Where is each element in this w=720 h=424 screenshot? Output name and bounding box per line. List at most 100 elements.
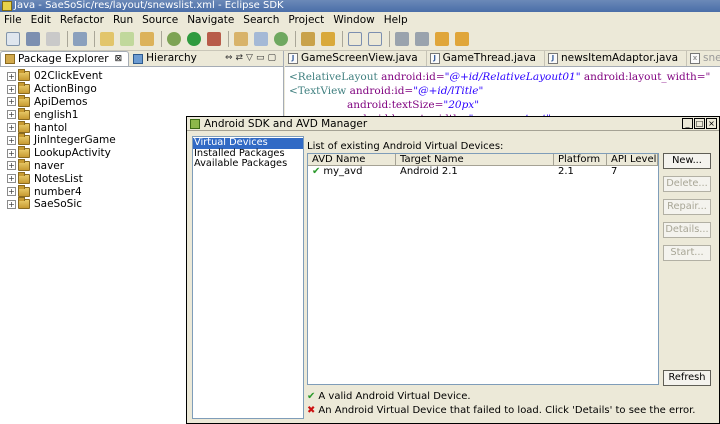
expand-icon[interactable]: + — [7, 187, 16, 197]
java-file-icon: J — [547, 53, 558, 64]
avd-manager-title-bar[interactable]: Android SDK and AVD Manager _ □ × — [187, 117, 719, 131]
avd-legend: ✔ A valid Android Virtual Device. ✖ An A… — [307, 389, 715, 417]
menu-run[interactable]: Run — [113, 14, 133, 26]
view-menu-controls[interactable]: ⇔⇄▽▭▢ — [225, 53, 279, 63]
expand-icon[interactable]: + — [7, 174, 16, 184]
tab-gamescreenview[interactable]: J GameScreenView.java — [285, 51, 427, 66]
debug-icon[interactable] — [167, 31, 181, 46]
pencil-icon[interactable] — [321, 31, 335, 46]
new-avd-button[interactable]: New... — [663, 153, 711, 169]
expand-icon[interactable]: + — [7, 135, 16, 145]
toolbar-separator — [389, 30, 390, 47]
close-icon[interactable]: ⊠ — [115, 52, 123, 67]
forward-arrow-icon[interactable] — [455, 31, 469, 46]
previous-annotation-icon[interactable] — [415, 31, 429, 46]
expand-icon[interactable]: + — [7, 110, 16, 120]
run-icon[interactable] — [187, 31, 201, 46]
close-icon[interactable]: × — [706, 118, 717, 129]
expand-icon[interactable]: + — [7, 71, 16, 81]
tree-item-apidemos[interactable]: + ApiDemos — [7, 94, 283, 109]
open-type-icon[interactable] — [234, 31, 248, 46]
menu-search[interactable]: Search — [243, 14, 279, 26]
delete-avd-button[interactable]: Delete... — [663, 176, 711, 192]
window-title-bar[interactable]: Java - SaeSoSic/res/layout/snewslist.xml… — [0, 0, 720, 12]
hierarchy-icon — [133, 53, 144, 64]
expand-icon[interactable]: + — [7, 148, 16, 158]
refresh-button[interactable]: Refresh — [663, 370, 711, 386]
tab-snewslist[interactable]: x snewslist.xml — [687, 51, 720, 66]
column-platform[interactable]: Platform — [554, 154, 607, 165]
maximize-icon[interactable]: ▢ — [267, 53, 279, 63]
view-menu-icon[interactable]: ▽ — [246, 53, 256, 63]
menu-bar: File Edit Refactor Run Source Navigate S… — [0, 12, 720, 27]
editor-tabs: J GameScreenView.java J GameThread.java … — [285, 51, 720, 67]
minimize-icon[interactable]: ▭ — [256, 53, 268, 63]
repair-avd-button[interactable]: Repair... — [663, 199, 711, 215]
cell-platform: 2.1 — [558, 166, 574, 177]
avd-nav-list: Virtual Devices Installed Packages Avail… — [192, 136, 304, 419]
column-api-level[interactable]: API Level — [607, 154, 658, 165]
new-class-icon[interactable] — [140, 31, 154, 46]
java-file-icon: J — [288, 53, 298, 64]
tree-item-label: hantol — [34, 121, 68, 134]
new-file-icon[interactable] — [6, 31, 20, 46]
open-task-icon[interactable] — [254, 31, 268, 46]
start-avd-button[interactable]: Start... — [663, 245, 711, 261]
table-row[interactable]: ✔ my_avd Android 2.1 2.1 7 — [308, 166, 658, 178]
new-package-icon[interactable] — [120, 31, 134, 46]
menu-refactor[interactable]: Refactor — [60, 14, 104, 26]
expand-icon[interactable]: + — [7, 97, 16, 107]
legend-invalid-text: An Android Virtual Device that failed to… — [318, 404, 696, 416]
next-annotation-icon[interactable] — [395, 31, 409, 46]
menu-project[interactable]: Project — [288, 14, 324, 26]
expand-icon[interactable]: + — [7, 123, 16, 133]
tab-package-explorer[interactable]: Package Explorer ⊠ — [0, 51, 130, 67]
collapse-icon[interactable] — [368, 31, 382, 46]
print-icon[interactable] — [46, 31, 60, 46]
column-target-name[interactable]: Target Name — [396, 154, 554, 165]
avd-table: AVD Name Target Name Platform API Level … — [307, 153, 659, 385]
minimize-icon[interactable]: _ — [682, 118, 693, 129]
xml-file-icon: x — [690, 53, 701, 64]
new-java-project-icon[interactable] — [100, 31, 114, 46]
tree-item-label: NotesList — [34, 172, 83, 185]
tab-gamethread[interactable]: J GameThread.java — [427, 51, 545, 66]
tree-item-02clickevent[interactable]: + 02ClickEvent — [7, 69, 283, 83]
tree-item-label: number4 — [34, 185, 82, 198]
java-file-icon: J — [429, 53, 440, 64]
menu-file[interactable]: File — [4, 14, 22, 26]
menu-source[interactable]: Source — [142, 14, 178, 26]
search-icon[interactable] — [301, 31, 315, 46]
main-toolbar — [0, 27, 720, 51]
tab-package-explorer-label: Package Explorer — [18, 52, 109, 65]
external-tools-icon[interactable] — [207, 31, 221, 46]
menu-window[interactable]: Window — [333, 14, 374, 26]
refresh-icon[interactable] — [274, 31, 288, 46]
column-avd-name[interactable]: AVD Name — [308, 154, 396, 165]
tab-hierarchy[interactable]: Hierarchy — [129, 51, 203, 66]
eclipse-app-icon — [2, 1, 12, 11]
menu-edit[interactable]: Edit — [31, 14, 51, 26]
expand-icon[interactable]: + — [7, 199, 16, 209]
avd-action-buttons: New... Delete... Repair... Details... St… — [663, 153, 713, 268]
code-value: "@+id/RelativeLayout01" — [444, 71, 581, 83]
android-sdk-icon[interactable] — [73, 31, 87, 46]
tree-item-actionbingo[interactable]: + ActionBingo — [7, 82, 283, 96]
package-explorer-tabs: Package Explorer ⊠ Hierarchy ⇔⇄▽▭▢ — [0, 51, 283, 67]
maximize-icon[interactable]: □ — [694, 118, 705, 129]
expand-icon[interactable]: + — [7, 161, 16, 171]
nav-available-packages[interactable]: Available Packages — [193, 158, 303, 170]
save-icon[interactable] — [26, 31, 40, 46]
tab-newsitemadaptor[interactable]: J newsItemAdaptor.java — [545, 51, 688, 66]
menu-help[interactable]: Help — [384, 14, 408, 26]
link-editor-icon[interactable]: ⇄ — [236, 53, 247, 63]
collapse-all-icon[interactable]: ⇔ — [225, 53, 236, 63]
nav-virtual-devices[interactable]: Virtual Devices — [193, 137, 303, 149]
code-line: <TextView android:id="@+id/lTitle" — [289, 85, 720, 99]
details-avd-button[interactable]: Details... — [663, 222, 711, 238]
expand-icon[interactable] — [348, 31, 362, 46]
back-arrow-icon[interactable] — [435, 31, 449, 46]
expand-icon[interactable]: + — [7, 84, 16, 94]
menu-navigate[interactable]: Navigate — [187, 14, 234, 26]
avd-name-value: my_avd — [323, 166, 363, 177]
